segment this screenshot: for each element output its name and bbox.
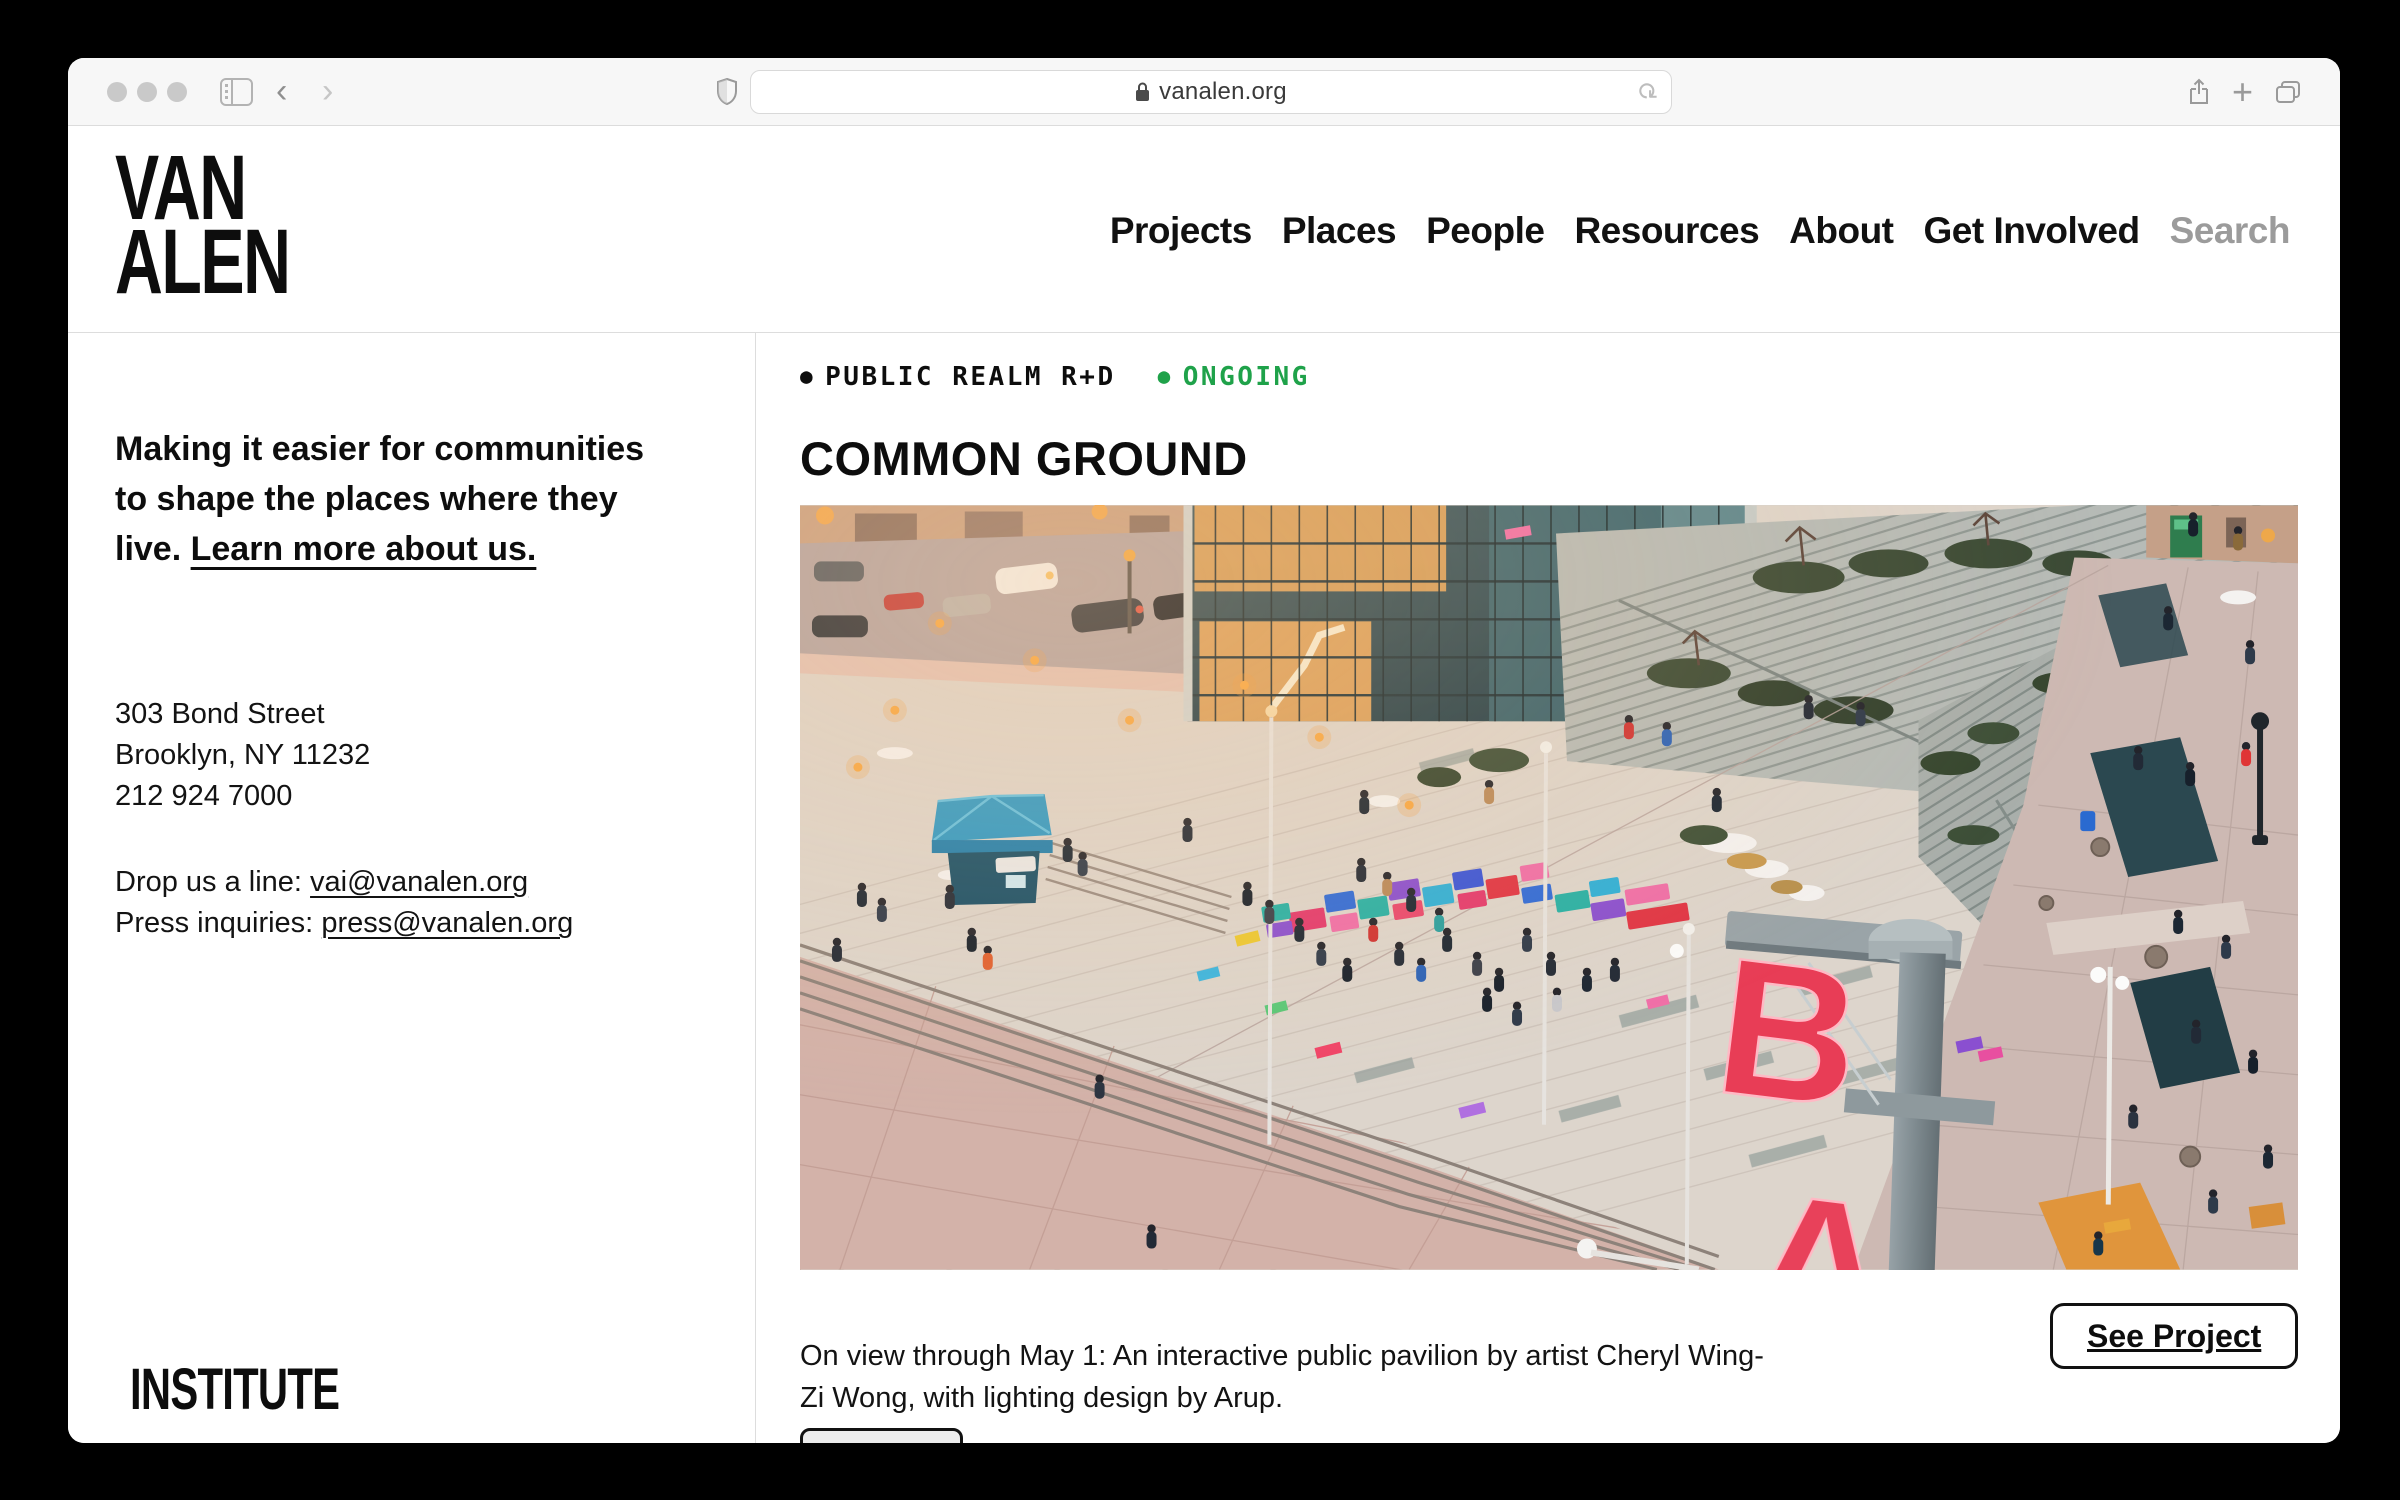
see-project-button[interactable]: See Project: [2050, 1303, 2298, 1369]
new-tab-icon[interactable]: +: [2232, 76, 2253, 108]
traffic-light-minimize-icon[interactable]: [137, 82, 157, 102]
address-block: 303 Bond Street Brooklyn, NY 11232 212 9…: [115, 694, 370, 817]
contact-line-email: Drop us a line: vai@vanalen.org: [115, 862, 573, 903]
press-email-link[interactable]: press@vanalen.org: [321, 907, 573, 939]
toolbar-right-icons: +: [2188, 76, 2301, 108]
contact-line-press: Press inquiries: press@vanalen.org: [115, 903, 573, 944]
privacy-shield-icon: [716, 78, 738, 110]
description-line-1: On view through May 1: An interactive pu…: [800, 1340, 1764, 1372]
mission-tagline: Making it easier for communities to shap…: [115, 424, 655, 574]
nav-projects[interactable]: Projects: [1110, 210, 1252, 252]
status-text: ONGOING: [1183, 362, 1310, 392]
project-meta: ● PUBLIC REALM R+D ● ONGOING: [800, 362, 1310, 392]
traffic-light-close-icon[interactable]: [107, 82, 127, 102]
project-photo[interactable]: B A: [800, 505, 2298, 1270]
category-dot-icon: ●: [800, 364, 815, 388]
nav-search[interactable]: Search: [2170, 210, 2290, 252]
contact-label: Drop us a line:: [115, 866, 310, 898]
share-icon[interactable]: [2188, 78, 2210, 106]
status-label: ● ONGOING: [1158, 362, 1310, 392]
site-header: VAN ALEN Projects Places People Resource…: [68, 126, 2340, 333]
address-phone: 212 924 7000: [115, 776, 370, 817]
status-dot-icon: ●: [1158, 364, 1173, 388]
category-label[interactable]: ● PUBLIC REALM R+D: [800, 362, 1116, 392]
address-street: 303 Bond Street: [115, 694, 370, 735]
nav-get-involved[interactable]: Get Involved: [1924, 210, 2140, 252]
logo-line-2: ALEN: [115, 225, 290, 299]
left-sidebar: Making it easier for communities to shap…: [68, 334, 755, 1443]
warm-light-overlay: [800, 506, 2298, 1270]
forward-icon[interactable]: ›: [322, 72, 333, 110]
van-alen-logo[interactable]: VAN ALEN: [115, 151, 290, 299]
browser-toolbar: ‹ › vanalen.org ⟳ +: [68, 58, 2340, 126]
screenshot-stage: ‹ › vanalen.org ⟳ + VAN ALEN Pr: [0, 0, 2400, 1500]
category-text: PUBLIC REALM R+D: [825, 362, 1115, 392]
reload-icon[interactable]: ⟳: [1630, 75, 1666, 111]
address-city: Brooklyn, NY 11232: [115, 735, 370, 776]
sidebar-toggle-icon[interactable]: [220, 78, 253, 106]
institute-wordmark: INSTITUTE: [130, 1356, 339, 1423]
project-description: On view through May 1: An interactive pu…: [800, 1335, 2100, 1419]
project-title: COMMON GROUND: [800, 431, 1248, 486]
back-icon[interactable]: ‹: [276, 72, 287, 110]
browser-window: ‹ › vanalen.org ⟳ + VAN ALEN Pr: [68, 58, 2340, 1443]
nav-people[interactable]: People: [1426, 210, 1544, 252]
press-label: Press inquiries:: [115, 907, 321, 939]
tab-overview-icon[interactable]: [2275, 80, 2301, 104]
nav-places[interactable]: Places: [1282, 210, 1396, 252]
main-navigation: Projects Places People Resources About G…: [1110, 210, 2290, 252]
learn-more-link[interactable]: Learn more about us.: [191, 530, 537, 568]
url-bar[interactable]: vanalen.org ⟳: [750, 70, 1672, 114]
nav-about[interactable]: About: [1789, 210, 1893, 252]
nav-resources[interactable]: Resources: [1574, 210, 1759, 252]
description-line-2: Zi Wong, with lighting design by Arup.: [800, 1382, 1283, 1414]
location-tag[interactable]: Brooklyn: [800, 1428, 963, 1443]
traffic-light-zoom-icon[interactable]: [167, 82, 187, 102]
email-link[interactable]: vai@vanalen.org: [310, 866, 528, 898]
main-content: ● PUBLIC REALM R+D ● ONGOING COMMON GROUND: [756, 334, 2340, 1443]
contact-block: Drop us a line: vai@vanalen.org Press in…: [115, 862, 573, 944]
url-text: vanalen.org: [1159, 78, 1287, 106]
lock-icon: [1135, 82, 1150, 102]
